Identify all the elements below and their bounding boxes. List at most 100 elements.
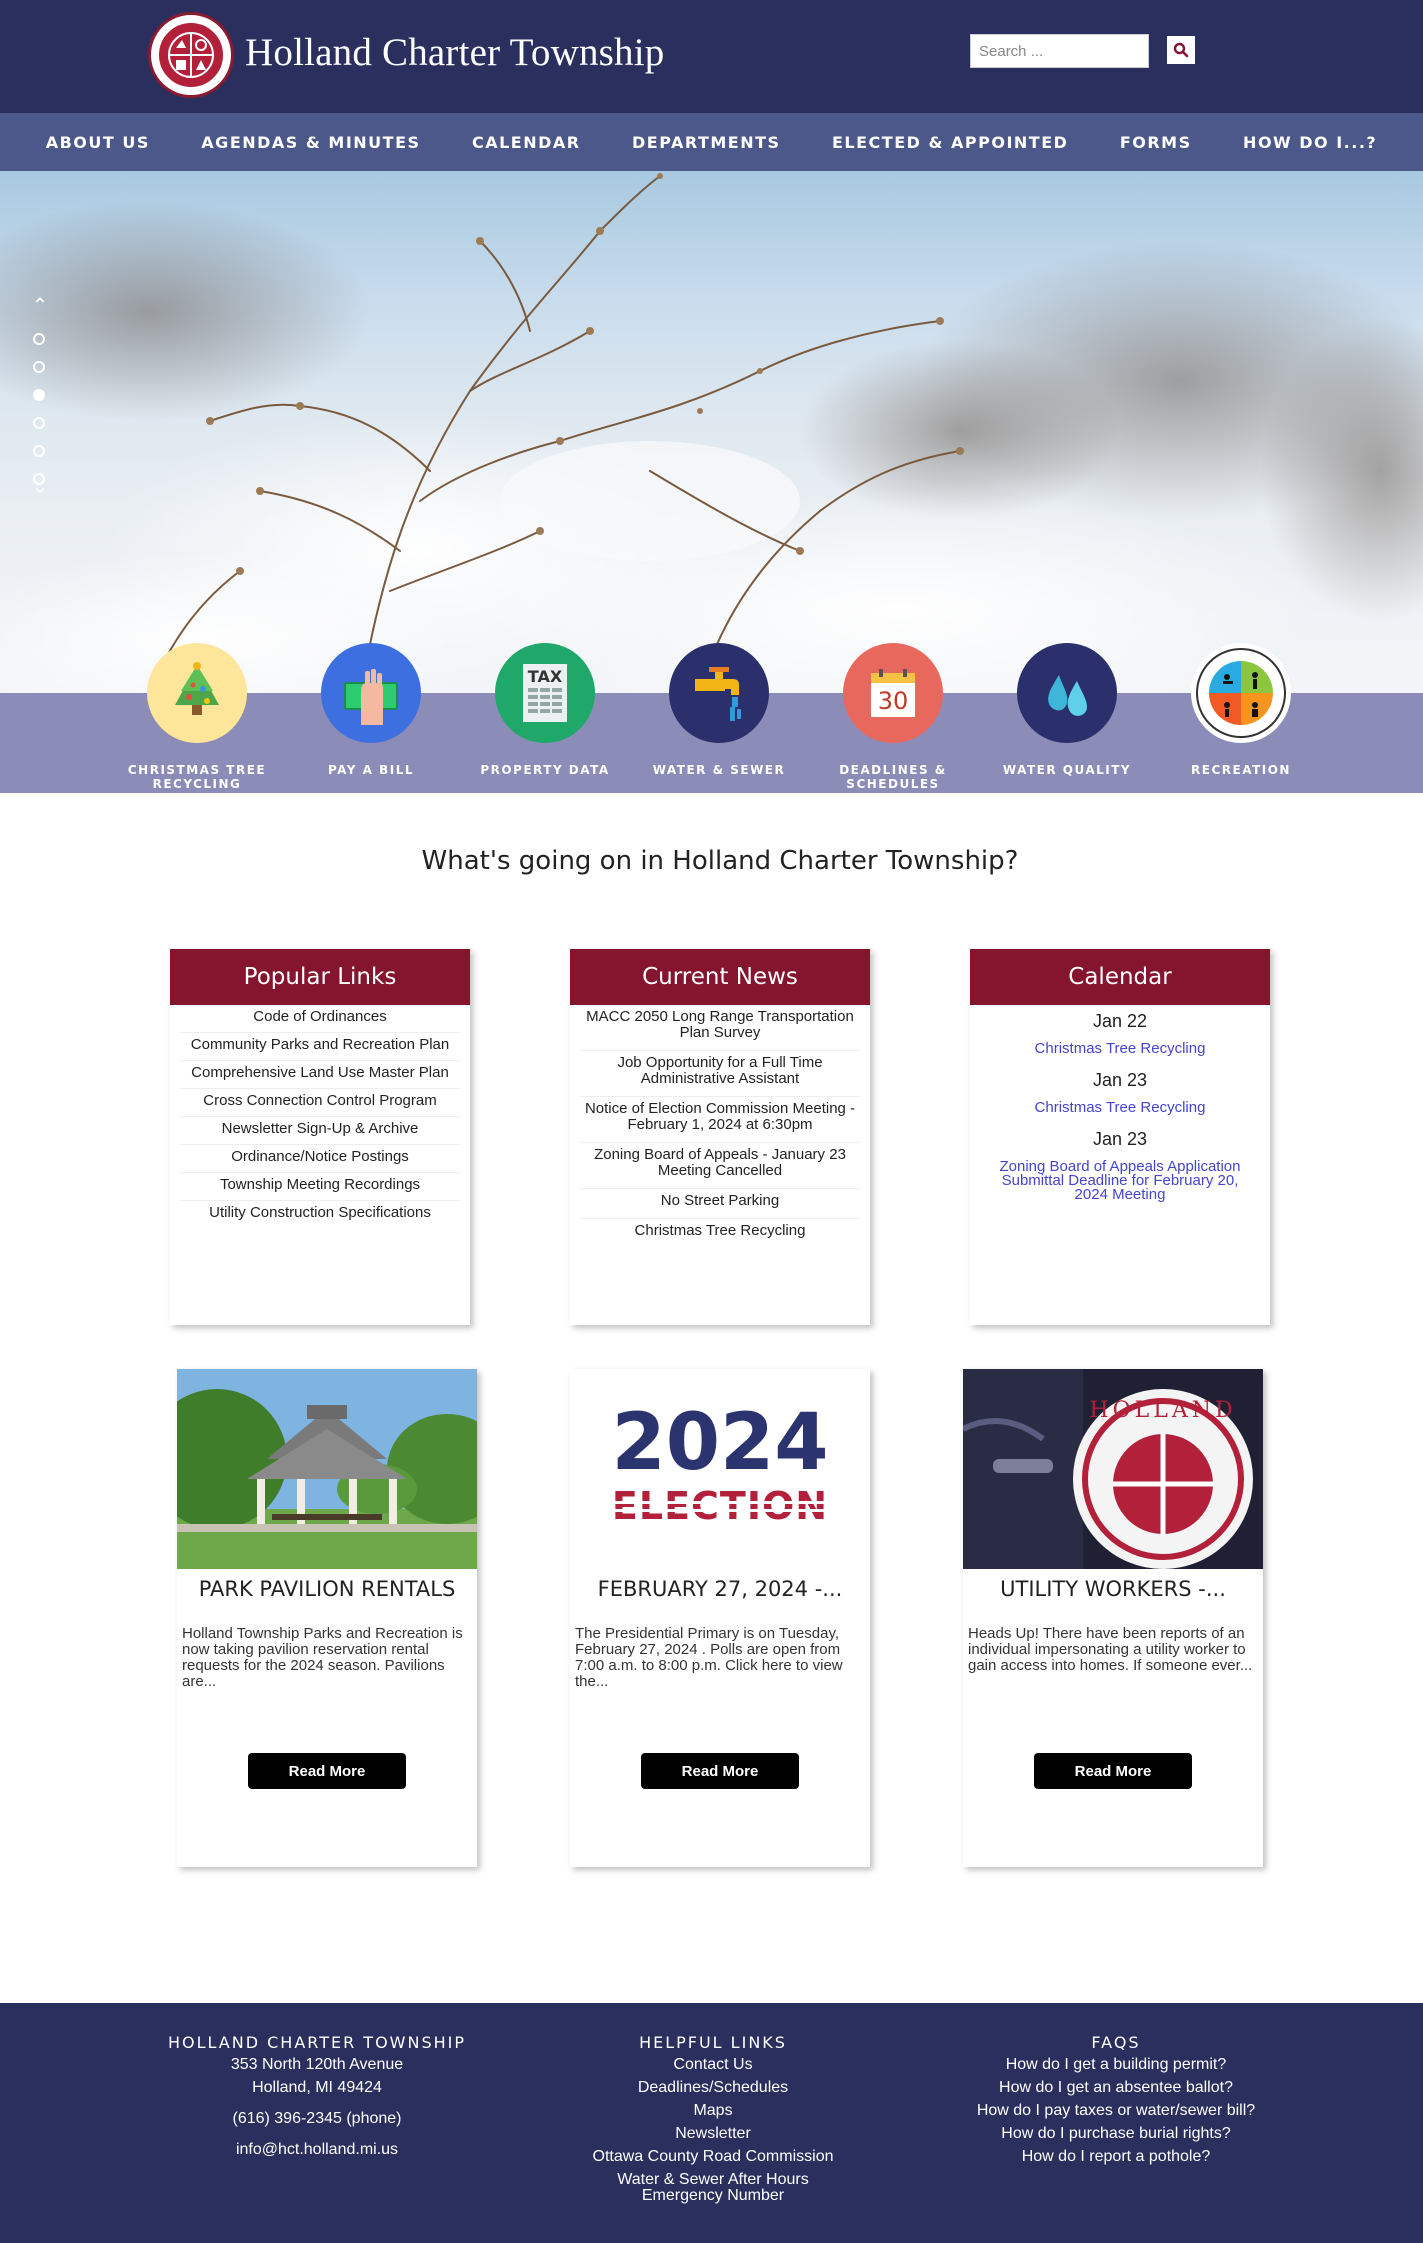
footer-email[interactable]: info@hct.holland.mi.us [127, 2138, 507, 2161]
slider-up-arrow-icon[interactable]: ⌃ [31, 296, 49, 316]
faucet-icon [669, 643, 769, 743]
footer-link[interactable]: Water & Sewer After Hours Emergency Numb… [523, 2172, 903, 2204]
news-item[interactable]: Notice of Election Commission Meeting - … [580, 1097, 860, 1143]
footer-faq-link[interactable]: How do I pay taxes or water/sewer bill? [926, 2099, 1306, 2122]
news-item[interactable]: MACC 2050 Long Range Transportation Plan… [580, 1005, 860, 1051]
popular-links-title: Popular Links [170, 949, 470, 1005]
site-title[interactable]: Holland Charter Township [245, 30, 664, 75]
slider-dot-2[interactable] [33, 361, 45, 373]
footer-helpful-links: HELPFUL LINKS Contact Us Deadlines/Sched… [523, 2033, 903, 2204]
nav-how-do-i[interactable]: HOW DO I...? [1243, 133, 1377, 152]
calendar-event-link[interactable]: Zoning Board of Appeals Application Subm… [970, 1150, 1270, 1202]
footer-link[interactable]: Deadlines/Schedules [523, 2076, 903, 2099]
news-item[interactable]: Job Opportunity for a Full Time Administ… [580, 1051, 860, 1097]
popular-link-item[interactable]: Ordinance/Notice Postings [180, 1145, 460, 1173]
calendar-event-link[interactable]: Christmas Tree Recycling [970, 1091, 1270, 1115]
section-heading: What's going on in Holland Charter Towns… [421, 846, 1019, 876]
feature-excerpt: The Presidential Primary is on Tuesday, … [575, 1625, 843, 1690]
search-input[interactable] [970, 34, 1149, 68]
footer-faq-link[interactable]: How do I get a building permit? [926, 2053, 1306, 2076]
calendar-event-link[interactable]: Christmas Tree Recycling [970, 1032, 1270, 1056]
quick-link-label: WATER & SEWER [652, 763, 786, 777]
footer-link[interactable]: Ottawa County Road Commission [523, 2145, 903, 2168]
popular-link-item[interactable]: Community Parks and Recreation Plan [180, 1033, 460, 1061]
quick-link-christmas-tree[interactable]: CHRISTMAS TREE RECYCLING [107, 643, 287, 791]
footer-heading: HOLLAND CHARTER TOWNSHIP [167, 2033, 467, 2052]
feature-excerpt: Holland Township Parks and Recreation is… [182, 1625, 463, 1690]
footer-link[interactable]: Contact Us [523, 2053, 903, 2076]
utility-seal-word: HOLLAND [1089, 1398, 1236, 1423]
quick-link-water-quality[interactable]: WATER QUALITY [977, 643, 1157, 777]
christmas-tree-icon [147, 643, 247, 743]
search-button[interactable] [1167, 36, 1195, 64]
read-more-button[interactable]: Read More [248, 1753, 406, 1789]
quick-link-pay-a-bill[interactable]: PAY A BILL [281, 643, 461, 777]
quick-link-label: PAY A BILL [327, 763, 415, 777]
feature-card-pavilion: PARK PAVILION RENTALS Holland Township P… [177, 1369, 477, 1867]
footer-faq-link[interactable]: How do I get an absentee ballot? [926, 2076, 1306, 2099]
quick-link-deadlines-schedules[interactable]: 30 DEADLINES & SCHEDULES [803, 643, 983, 791]
footer-faq-link[interactable]: How do I purchase burial rights? [926, 2122, 1306, 2145]
slider-dot-4[interactable] [33, 417, 45, 429]
calendar-card: Calendar Jan 22 Christmas Tree Recycling… [970, 949, 1270, 1325]
quick-link-label: RECREATION [1191, 763, 1291, 777]
footer-faqs: FAQS How do I get a building permit? How… [926, 2033, 1306, 2168]
footer-link[interactable]: Maps [523, 2099, 903, 2122]
popular-link-item[interactable]: Township Meeting Recordings [180, 1173, 460, 1201]
news-item[interactable]: Zoning Board of Appeals - January 23 Mee… [580, 1143, 860, 1189]
slider-down-arrow-icon[interactable]: ⌄ [31, 477, 49, 497]
nav-agendas-minutes[interactable]: AGENDAS & MINUTES [201, 133, 420, 152]
slider-dot-1[interactable] [33, 333, 45, 345]
footer-address: HOLLAND CHARTER TOWNSHIP 353 North 120th… [127, 2033, 507, 2161]
popular-links-card: Popular Links Code of Ordinances Communi… [170, 949, 470, 1325]
current-news-title: Current News [570, 949, 870, 1005]
water-drops-icon [1017, 643, 1117, 743]
footer-link[interactable]: Newsletter [523, 2122, 903, 2145]
read-more-button[interactable]: Read More [1034, 1753, 1192, 1789]
recreation-seal-icon [1191, 643, 1291, 743]
calendar-event-date: Jan 23 [1092, 1070, 1148, 1090]
popular-links-list: Code of Ordinances Community Parks and R… [170, 1005, 470, 1228]
footer-heading: HELPFUL LINKS [639, 2033, 787, 2052]
calendar-day-number: 30 [878, 687, 909, 715]
news-item[interactable]: Christmas Tree Recycling [580, 1219, 860, 1248]
hero-winter-image [0, 173, 1423, 693]
current-news-list: MACC 2050 Long Range Transportation Plan… [570, 1005, 870, 1248]
quick-link-water-sewer[interactable]: WATER & SEWER [629, 643, 809, 777]
footer-faq-link[interactable]: How do I report a pothole? [926, 2145, 1306, 2168]
pavilion-photo[interactable] [177, 1369, 477, 1569]
news-item[interactable]: No Street Parking [580, 1189, 860, 1219]
popular-link-item[interactable]: Cross Connection Control Program [180, 1089, 460, 1117]
feature-title[interactable]: UTILITY WORKERS -... [963, 1577, 1263, 1601]
quick-link-label: WATER QUALITY [1002, 763, 1132, 777]
popular-link-item[interactable]: Comprehensive Land Use Master Plan [180, 1061, 460, 1089]
slider-dot-3[interactable] [33, 389, 45, 401]
township-seal-logo[interactable] [148, 12, 234, 98]
read-more-button[interactable]: Read More [641, 1753, 799, 1789]
nav-departments[interactable]: DEPARTMENTS [632, 133, 781, 152]
feature-title[interactable]: FEBRUARY 27, 2024 -... [570, 1577, 870, 1601]
footer-phone[interactable]: (616) 396-2345 (phone) [127, 2107, 507, 2130]
nav-calendar[interactable]: CALENDAR [472, 133, 581, 152]
feature-title[interactable]: PARK PAVILION RENTALS [177, 1577, 477, 1601]
election-2024-graphic[interactable]: 2024 ELECTION [570, 1369, 870, 1569]
nav-forms[interactable]: FORMS [1120, 133, 1192, 152]
calendar-title: Calendar [970, 949, 1270, 1005]
popular-link-item[interactable]: Code of Ordinances [180, 1005, 460, 1033]
election-word: ELECTION [612, 1484, 828, 1528]
nav-about-us[interactable]: ABOUT US [46, 133, 150, 152]
feature-excerpt: Heads Up! There have been reports of an … [968, 1625, 1253, 1674]
site-header: Holland Charter Township [0, 0, 1423, 113]
election-year: 2024 [611, 1398, 828, 1488]
site-footer: HOLLAND CHARTER TOWNSHIP 353 North 120th… [0, 2003, 1423, 2243]
quick-link-recreation[interactable]: RECREATION [1151, 643, 1331, 777]
utility-truck-photo[interactable]: HOLLAND [963, 1369, 1263, 1569]
slider-dot-5[interactable] [33, 445, 45, 457]
seal-emblem-icon [156, 20, 226, 90]
nav-elected-appointed[interactable]: ELECTED & APPOINTED [832, 133, 1068, 152]
quick-link-property-data[interactable]: TAX PROPERTY DATA [455, 643, 635, 777]
popular-link-item[interactable]: Utility Construction Specifications [180, 1201, 460, 1228]
popular-link-item[interactable]: Newsletter Sign-Up & Archive [180, 1117, 460, 1145]
tax-document-icon: TAX [495, 643, 595, 743]
feature-card-utility: HOLLAND UTILITY WORKERS -... Heads Up! T… [963, 1369, 1263, 1867]
